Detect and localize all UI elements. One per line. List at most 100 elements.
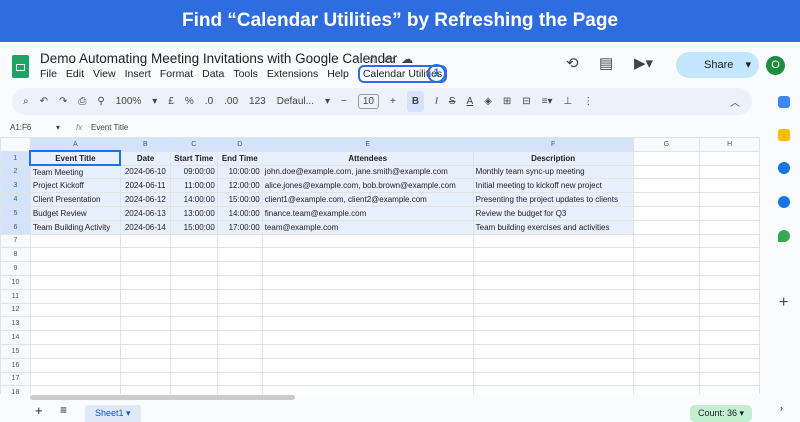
borders-icon[interactable]: ⊞ xyxy=(503,96,511,107)
cell[interactable] xyxy=(699,150,760,166)
print-icon[interactable]: ⎙ xyxy=(78,96,86,107)
row-header[interactable]: 12 xyxy=(0,302,31,318)
cell[interactable] xyxy=(119,274,171,290)
cell[interactable] xyxy=(29,357,121,373)
cell[interactable] xyxy=(472,371,634,387)
cell[interactable] xyxy=(216,316,263,332)
cell[interactable] xyxy=(119,247,171,263)
cell[interactable]: Initial meeting to kickoff new project xyxy=(472,178,634,194)
row-header[interactable]: 14 xyxy=(0,330,31,345)
chevron-down-icon[interactable]: ▾ xyxy=(745,52,751,78)
name-box[interactable]: A1:F6 xyxy=(10,123,31,132)
cell[interactable] xyxy=(216,385,263,394)
cell[interactable] xyxy=(699,343,760,359)
cell[interactable]: Date xyxy=(119,150,171,166)
calendar-icon[interactable] xyxy=(778,96,790,108)
cell[interactable] xyxy=(119,357,171,373)
cell[interactable] xyxy=(699,288,760,304)
maps-icon[interactable] xyxy=(778,230,790,242)
cell[interactable] xyxy=(632,205,701,221)
cell[interactable]: 14:00:00 xyxy=(169,192,218,207)
decrease-decimal-button[interactable]: .0 xyxy=(205,96,213,107)
italic-button[interactable]: I xyxy=(435,96,438,107)
cell[interactable] xyxy=(119,343,171,359)
cell[interactable] xyxy=(169,343,218,359)
cell[interactable] xyxy=(216,330,263,345)
cloud-icon[interactable]: ☁ xyxy=(401,52,419,66)
chevron-right-icon[interactable]: › xyxy=(780,403,783,413)
cell[interactable] xyxy=(216,302,263,318)
cell[interactable] xyxy=(472,233,634,249)
cell[interactable] xyxy=(216,357,263,373)
column-header[interactable]: D xyxy=(216,137,263,152)
cell[interactable]: Team Building Activity xyxy=(29,219,121,235)
cell[interactable] xyxy=(29,330,121,345)
row-header[interactable]: 4 xyxy=(0,192,31,207)
cell[interactable]: john.doe@example.com, jane.smith@example… xyxy=(261,164,474,180)
cell[interactable] xyxy=(699,385,760,394)
keep-icon[interactable] xyxy=(778,129,790,141)
cell[interactable] xyxy=(119,371,171,387)
history-icon[interactable]: ⟲ xyxy=(566,54,579,72)
column-header[interactable]: A xyxy=(29,137,121,152)
menu-edit[interactable]: Edit xyxy=(66,68,84,83)
cell[interactable] xyxy=(632,219,701,235)
cell[interactable]: Description xyxy=(472,150,634,166)
row-header[interactable]: 3 xyxy=(0,178,31,194)
share-button[interactable]: Share ▾ xyxy=(676,52,759,78)
cell[interactable] xyxy=(169,371,218,387)
cell[interactable] xyxy=(472,288,634,304)
cell[interactable] xyxy=(472,274,634,290)
cell[interactable]: 13:00:00 xyxy=(169,205,218,221)
align-icon[interactable]: ≡▾ xyxy=(542,96,553,107)
cell[interactable] xyxy=(169,316,218,332)
cell[interactable] xyxy=(699,178,760,194)
menu-data[interactable]: Data xyxy=(202,68,224,83)
cell[interactable] xyxy=(29,316,121,332)
cell[interactable]: 14:00:00 xyxy=(216,205,263,221)
title-icons[interactable]: ☆▭☁ xyxy=(367,52,419,66)
cell[interactable] xyxy=(472,330,634,345)
cell[interactable]: End Time xyxy=(216,150,263,166)
chevron-down-icon[interactable]: ▾ xyxy=(152,96,157,107)
count-summary[interactable]: Count: 36 ▾ xyxy=(690,405,753,422)
cell[interactable] xyxy=(119,330,171,345)
cell[interactable]: Budget Review xyxy=(29,205,121,221)
cell[interactable]: Team building exercises and activities xyxy=(472,219,634,235)
cell[interactable]: Monthly team sync-up meeting xyxy=(472,164,634,180)
cell[interactable] xyxy=(261,316,474,332)
cell[interactable] xyxy=(472,247,634,263)
formula-input[interactable]: Event Title xyxy=(91,123,128,132)
cell-table[interactable]: A B C D E F G H 1 Event Title Date Start Time End Ti… xyxy=(0,137,760,394)
cell[interactable]: Event Title xyxy=(29,150,122,167)
add-sheet-icon[interactable]: + xyxy=(35,403,43,418)
menu-help[interactable]: Help xyxy=(327,68,349,83)
cell[interactable] xyxy=(699,192,760,207)
cell[interactable] xyxy=(699,302,760,318)
menu-insert[interactable]: Insert xyxy=(125,68,151,83)
undo-icon[interactable]: ↶ xyxy=(40,96,48,107)
zoom-select[interactable]: 100% xyxy=(116,96,142,107)
cell[interactable] xyxy=(261,385,474,394)
cell[interactable] xyxy=(472,302,634,318)
document-title[interactable]: Demo Automating Meeting Invitations with… xyxy=(40,51,397,66)
cell[interactable] xyxy=(169,357,218,373)
column-header[interactable]: B xyxy=(119,137,171,152)
cell[interactable]: 15:00:00 xyxy=(169,219,218,235)
row-header[interactable]: 6 xyxy=(0,219,31,235)
cell[interactable] xyxy=(216,261,263,276)
cell[interactable] xyxy=(169,288,218,304)
add-addon-icon[interactable]: + xyxy=(779,294,788,312)
cell[interactable] xyxy=(29,288,121,304)
cell[interactable] xyxy=(699,274,760,290)
cell[interactable]: 10:00:00 xyxy=(216,164,263,180)
cell[interactable] xyxy=(472,357,634,373)
cell[interactable] xyxy=(119,233,171,249)
meet-icon[interactable]: ▶▾ xyxy=(634,54,653,72)
currency-button[interactable]: £ xyxy=(168,96,174,107)
column-header[interactable]: G xyxy=(632,137,701,152)
star-icon[interactable]: ☆ xyxy=(367,52,384,66)
increase-decimal-button[interactable]: .00 xyxy=(224,96,238,107)
cell[interactable] xyxy=(699,247,760,263)
cell[interactable] xyxy=(472,316,634,332)
